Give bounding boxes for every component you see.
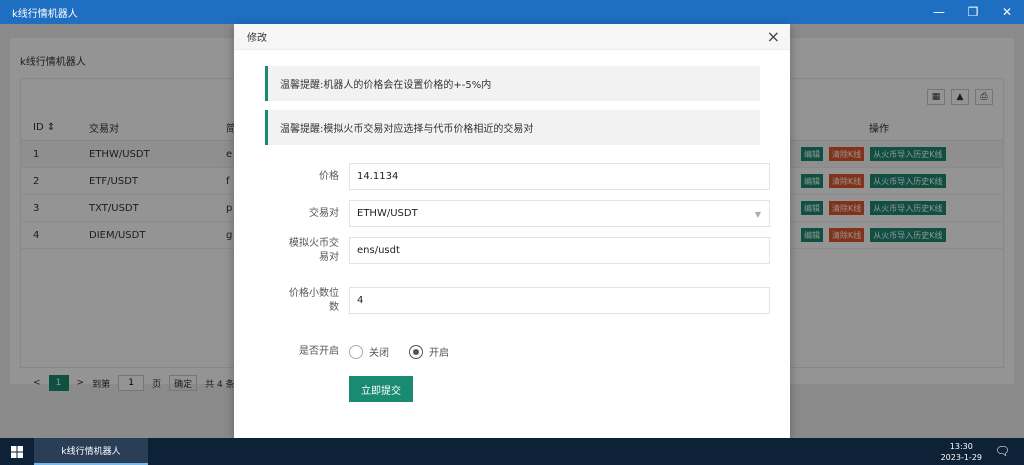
radio-on-circle[interactable] bbox=[409, 344, 423, 359]
enabled-label: 是否开启 bbox=[299, 346, 339, 357]
huobi-pair-label: 模拟火币交 易对 bbox=[265, 237, 339, 265]
radio-off[interactable]: 关闭 bbox=[349, 344, 389, 359]
pair-label: 交易对 bbox=[309, 208, 339, 219]
window-title: k线行情机器人 bbox=[12, 8, 78, 20]
radio-off-circle[interactable] bbox=[349, 344, 363, 359]
taskbar: k线行情机器人 13:30 2023-1-29 🗨 bbox=[0, 438, 1024, 465]
decimals-label-line2: 数 bbox=[329, 302, 339, 313]
tip-huobi-pair: 温馨提醒:模拟火币交易对应选择与代币价格相近的交易对 bbox=[265, 110, 760, 145]
decimals-input[interactable]: 4 bbox=[349, 287, 770, 314]
notification-icon[interactable]: 🗨 bbox=[995, 444, 1010, 458]
close-icon[interactable]: × bbox=[767, 28, 780, 46]
maximize-button[interactable]: ❐ bbox=[956, 0, 990, 24]
submit-button[interactable]: 立即提交 bbox=[349, 376, 413, 402]
decimals-label: 价格小数位 数 bbox=[265, 287, 339, 315]
modal-header: 修改 bbox=[234, 24, 790, 50]
modal-title: 修改 bbox=[247, 33, 267, 44]
windows-start-icon[interactable] bbox=[0, 438, 34, 465]
window-titlebar: k线行情机器人 — ❐ ✕ bbox=[0, 0, 1024, 24]
price-input[interactable]: 14.1134 bbox=[349, 163, 770, 190]
clock-date: 2023-1-29 bbox=[940, 453, 982, 462]
huobi-pair-label-line1: 模拟火币交 bbox=[289, 238, 339, 249]
price-label: 价格 bbox=[319, 171, 339, 182]
taskbar-app-button[interactable]: k线行情机器人 bbox=[34, 438, 148, 465]
enabled-radio-group: 关闭 开启 bbox=[349, 344, 449, 359]
pair-select-value: ETHW/USDT bbox=[357, 208, 418, 219]
minimize-button[interactable]: — bbox=[922, 0, 956, 24]
edit-modal: 修改 × 温馨提醒:机器人的价格会在设置价格的+-5%内 温馨提醒:模拟火币交易… bbox=[234, 24, 790, 438]
radio-on-label: 开启 bbox=[429, 348, 449, 359]
tip-price-range: 温馨提醒:机器人的价格会在设置价格的+-5%内 bbox=[265, 66, 760, 101]
close-window-button[interactable]: ✕ bbox=[990, 0, 1024, 24]
modal-body: 温馨提醒:机器人的价格会在设置价格的+-5%内 温馨提醒:模拟火币交易对应选择与… bbox=[245, 58, 780, 418]
radio-off-label: 关闭 bbox=[369, 348, 389, 359]
decimals-label-line1: 价格小数位 bbox=[289, 288, 339, 299]
huobi-pair-label-line2: 易对 bbox=[319, 252, 339, 263]
taskbar-clock[interactable]: 13:30 2023-1-29 bbox=[941, 441, 982, 463]
pair-select[interactable]: ETHW/USDT ▼ bbox=[349, 200, 770, 227]
radio-on[interactable]: 开启 bbox=[409, 344, 449, 359]
window-controls: — ❐ ✕ bbox=[922, 0, 1024, 24]
clock-time: 13:30 bbox=[949, 442, 973, 451]
chevron-down-icon: ▼ bbox=[754, 210, 761, 219]
huobi-pair-input[interactable]: ens/usdt bbox=[349, 237, 770, 264]
